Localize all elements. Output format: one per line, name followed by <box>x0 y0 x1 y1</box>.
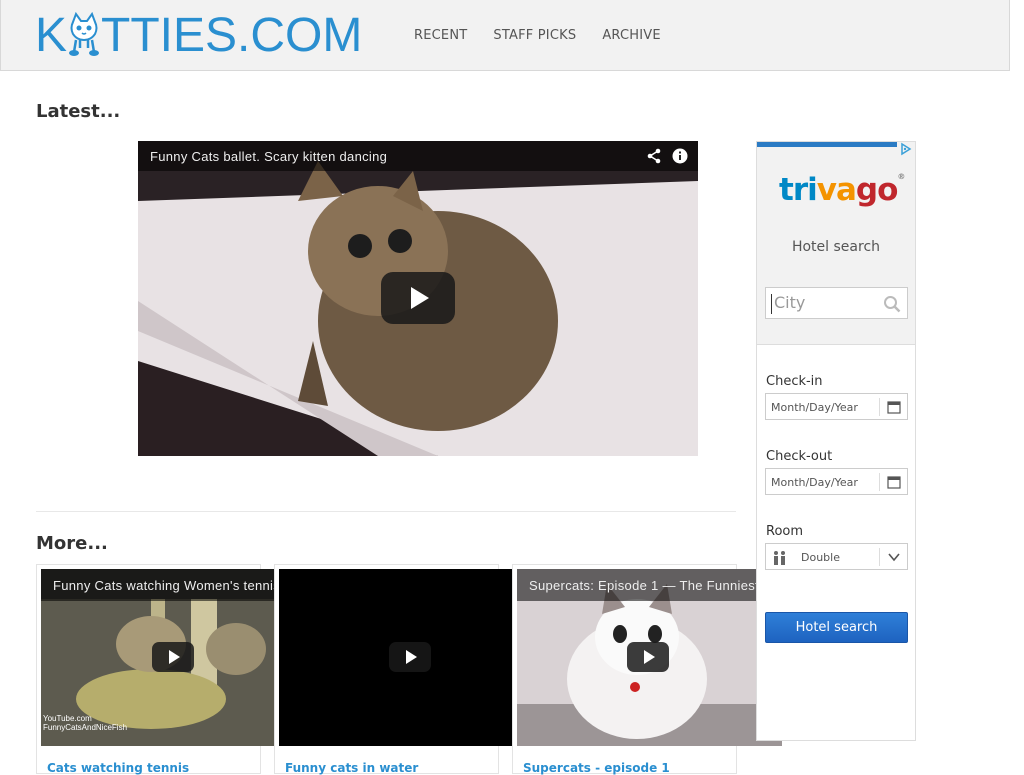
city-placeholder: City <box>774 293 806 312</box>
site-logo[interactable]: K TTIES.COM <box>35 6 362 66</box>
room-value: Double <box>801 551 840 564</box>
share-icon[interactable] <box>646 148 662 164</box>
room-select[interactable]: Double <box>765 543 908 570</box>
trivago-logo: trivago® <box>779 172 905 208</box>
main-video-player[interactable]: Funny Cats ballet. Scary kitten dancing <box>138 141 698 456</box>
logo-text: TTIES.COM <box>101 9 363 62</box>
card-link[interactable]: Supercats - episode 1 <box>523 761 670 775</box>
section-divider <box>36 511 736 512</box>
nav-recent[interactable]: RECENT <box>414 28 467 43</box>
nav-staff-picks[interactable]: STAFF PICKS <box>493 28 576 43</box>
trivago-ad[interactable]: trivago® Hotel search City Check-in Mont… <box>756 141 916 741</box>
checkin-value: Month/Day/Year <box>771 401 858 414</box>
video-title[interactable]: Funny Cats ballet. Scary kitten dancing <box>150 149 387 164</box>
video-card: Supercats: Episode 1 — The Funniest Supe… <box>512 564 782 775</box>
video-thumbnail[interactable]: YouTube.com FunnyCatsAndNiceFish Funny C… <box>41 569 274 746</box>
card-link[interactable]: Funny cats in water <box>285 761 418 775</box>
checkout-value: Month/Day/Year <box>771 476 858 489</box>
play-icon[interactable] <box>389 642 431 672</box>
field-separator <box>879 473 880 491</box>
ad-top-bar <box>757 142 897 147</box>
thumbnail-title[interactable]: Funny Cats watching Women's tennis <box>41 569 274 601</box>
video-card: Funny cats in water <box>274 564 512 775</box>
text-cursor <box>771 294 772 314</box>
checkout-date-field[interactable]: Month/Day/Year <box>765 468 908 495</box>
hotel-search-button[interactable]: Hotel search <box>765 612 908 643</box>
checkin-label: Check-in <box>766 374 823 389</box>
logo-part: tri <box>779 172 818 208</box>
latest-heading: Latest... <box>36 101 121 122</box>
people-icon <box>774 551 785 565</box>
calendar-icon[interactable] <box>887 400 901 414</box>
thumbnail-title[interactable]: Supercats: Episode 1 — The Funniest <box>517 569 782 601</box>
room-label: Room <box>766 524 804 539</box>
search-icon[interactable] <box>883 295 901 313</box>
play-icon[interactable] <box>627 642 669 672</box>
info-icon[interactable] <box>672 148 688 164</box>
logo-part: va <box>816 172 857 208</box>
svg-text:FunnyCatsAndNiceFish: FunnyCatsAndNiceFish <box>43 723 127 732</box>
checkout-label: Check-out <box>766 449 833 464</box>
video-thumbnail[interactable]: Supercats: Episode 1 — The Funniest <box>517 569 782 746</box>
nav-archive[interactable]: ARCHIVE <box>602 28 660 43</box>
registered-mark: ® <box>897 172 905 181</box>
video-card: YouTube.com FunnyCatsAndNiceFish Funny C… <box>36 564 274 775</box>
calendar-icon[interactable] <box>887 475 901 489</box>
more-heading: More... <box>36 533 108 554</box>
main-nav: RECENT STAFF PICKS ARCHIVE <box>414 28 661 43</box>
play-icon[interactable] <box>381 272 455 324</box>
field-separator <box>879 548 880 566</box>
checkin-date-field[interactable]: Month/Day/Year <box>765 393 908 420</box>
logo-part: go <box>855 172 898 208</box>
cat-logo-icon <box>69 12 100 56</box>
play-icon[interactable] <box>152 642 194 672</box>
chevron-down-icon[interactable] <box>888 552 900 562</box>
field-separator <box>879 398 880 416</box>
city-input[interactable]: City <box>765 287 908 319</box>
video-thumbnail[interactable] <box>279 569 512 746</box>
adchoices-icon[interactable] <box>899 142 913 156</box>
logo-letter-k: K <box>35 9 68 62</box>
svg-text:YouTube.com: YouTube.com <box>43 714 92 723</box>
site-header: K TTIES.COM RECENT STAFF PICKS ARCHIVE <box>0 0 1010 71</box>
card-link[interactable]: Cats watching tennis <box>47 761 189 775</box>
ad-subtitle: Hotel search <box>791 239 881 255</box>
